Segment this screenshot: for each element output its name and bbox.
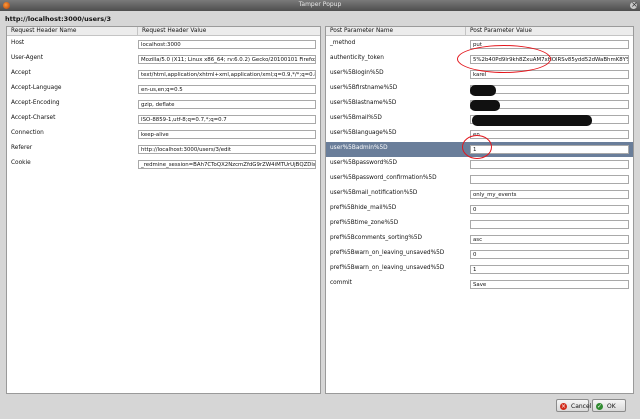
header-value-field[interactable]: en-us,en;q=0.5 bbox=[138, 85, 316, 94]
header-row[interactable]: User-Agent Mozilla/5.0 (X11; Linux x86_64… bbox=[7, 52, 320, 67]
header-row[interactable]: Accept-Charset ISO-8859-1,utf-8;q=0.7,*;q… bbox=[7, 112, 320, 127]
param-value-field[interactable]: asc bbox=[470, 235, 629, 244]
header-row[interactable]: Referer http://localhost:3000/users/3/edi… bbox=[7, 142, 320, 157]
param-name: user%5Bmail_notification%5D bbox=[330, 190, 418, 196]
header-value-field[interactable]: text/html,application/xhtml+xml,applicat… bbox=[138, 70, 316, 79]
header-name: Cookie bbox=[11, 160, 31, 166]
param-name: authenticity_token bbox=[330, 55, 384, 61]
param-name: user%5Blanguage%5D bbox=[330, 130, 397, 136]
close-icon[interactable] bbox=[630, 0, 638, 9]
header-value-field[interactable]: Mozilla/5.0 (X11; Linux x86_64; rv:6.0.2… bbox=[138, 55, 316, 64]
param-name: pref%5Btime_zone%5D bbox=[330, 220, 399, 226]
cancel-label: Cancel bbox=[571, 403, 592, 410]
param-row[interactable]: pref%5Btime_zone%5D bbox=[326, 217, 633, 232]
header-name: Host bbox=[11, 40, 25, 46]
param-value-field[interactable]: 0 bbox=[470, 205, 629, 214]
param-name: pref%5Bwarn_on_leaving_unsaved%5D bbox=[330, 250, 445, 256]
ok-button[interactable]: ✓ OK bbox=[592, 399, 626, 412]
param-row[interactable]: user%5Bpassword%5D bbox=[326, 157, 633, 172]
param-name: user%5Blastname%5D bbox=[330, 100, 397, 106]
param-value-field[interactable] bbox=[470, 175, 629, 184]
redaction-mark bbox=[470, 100, 500, 111]
header-name: Accept-Charset bbox=[11, 115, 56, 121]
redaction-mark bbox=[472, 115, 592, 126]
header-row[interactable]: Accept-Encoding gzip, deflate bbox=[7, 97, 320, 112]
param-name: _method bbox=[330, 40, 356, 46]
column-header-value[interactable]: Post Parameter Value bbox=[466, 27, 633, 36]
param-row[interactable]: pref%5Bhide_mail%5D 0 bbox=[326, 202, 633, 217]
cancel-button[interactable]: × Cancel bbox=[556, 399, 592, 412]
header-value-field[interactable]: http://localhost:3000/users/3/edit bbox=[138, 145, 316, 154]
param-name: user%5Bfirstname%5D bbox=[330, 85, 398, 91]
header-name: Connection bbox=[11, 130, 44, 136]
header-value-field[interactable]: localhost:3000 bbox=[138, 40, 316, 49]
param-value-field[interactable]: 1 bbox=[470, 145, 629, 154]
header-name: Accept-Encoding bbox=[11, 100, 60, 106]
request-url: http://localhost:3000/users/3 bbox=[5, 15, 112, 23]
param-name: user%5Bpassword_confirmation%5D bbox=[330, 175, 437, 181]
param-row[interactable]: commit Save bbox=[326, 277, 633, 292]
header-row[interactable]: Connection keep-alive bbox=[7, 127, 320, 142]
param-value-field[interactable]: only_my_events bbox=[470, 190, 629, 199]
param-row[interactable]: user%5Bmail_notification%5D only_my_event… bbox=[326, 187, 633, 202]
header-row[interactable]: Accept text/html,application/xhtml+xml,ap… bbox=[7, 67, 320, 82]
column-header-name[interactable]: Post Parameter Name bbox=[326, 27, 466, 36]
ok-label: OK bbox=[607, 403, 616, 410]
header-value-field[interactable]: gzip, deflate bbox=[138, 100, 316, 109]
param-row[interactable]: user%5Bpassword_confirmation%5D bbox=[326, 172, 633, 187]
header-value-field[interactable]: ISO-8859-1,utf-8;q=0.7,*;q=0.7 bbox=[138, 115, 316, 124]
param-name: user%5Badmin%5D bbox=[330, 145, 388, 151]
param-row[interactable]: pref%5Bcomments_sorting%5D asc bbox=[326, 232, 633, 247]
window-titlebar[interactable]: Tamper Popup bbox=[0, 0, 640, 11]
header-name: Referer bbox=[11, 145, 33, 151]
param-name: pref%5Bcomments_sorting%5D bbox=[330, 235, 423, 241]
header-row[interactable]: Cookie _redmine_session=BAh7CToQX2NzcmZfd… bbox=[7, 157, 320, 172]
request-headers-table: Request Header Name Request Header Value… bbox=[6, 26, 321, 394]
param-row[interactable]: pref%5Bwarn_on_leaving_unsaved%5D 1 bbox=[326, 262, 633, 277]
param-name: pref%5Bwarn_on_leaving_unsaved%5D bbox=[330, 265, 445, 271]
post-parameters-table: Post Parameter Name Post Parameter Value… bbox=[325, 26, 634, 394]
param-name: user%5Blogin%5D bbox=[330, 70, 384, 76]
param-value-field[interactable]: en bbox=[470, 130, 629, 139]
annotation-circle-token bbox=[457, 45, 551, 73]
header-name: Accept bbox=[11, 70, 31, 76]
header-row[interactable]: Host localhost:3000 bbox=[7, 37, 320, 52]
cancel-icon: × bbox=[560, 403, 567, 410]
param-name: user%5Bmail%5D bbox=[330, 115, 382, 121]
column-header-name[interactable]: Request Header Name bbox=[7, 27, 138, 36]
window-title: Tamper Popup bbox=[298, 1, 342, 8]
param-name: pref%5Bhide_mail%5D bbox=[330, 205, 397, 211]
check-icon: ✓ bbox=[596, 403, 603, 410]
param-name: user%5Bpassword%5D bbox=[330, 160, 397, 166]
param-row[interactable]: pref%5Bwarn_on_leaving_unsaved%5D 0 bbox=[326, 247, 633, 262]
param-value-field[interactable] bbox=[470, 220, 629, 229]
param-value-field[interactable]: 1 bbox=[470, 265, 629, 274]
param-value-field[interactable]: Save bbox=[470, 280, 629, 289]
column-header-value[interactable]: Request Header Value bbox=[138, 27, 320, 36]
header-name: Accept-Language bbox=[11, 85, 62, 91]
annotation-circle-admin bbox=[462, 135, 492, 159]
param-name: commit bbox=[330, 280, 352, 286]
header-value-field[interactable]: keep-alive bbox=[138, 130, 316, 139]
param-value-field[interactable] bbox=[470, 160, 629, 169]
param-value-field[interactable]: 0 bbox=[470, 250, 629, 259]
header-name: User-Agent bbox=[11, 55, 43, 61]
header-value-field[interactable]: _redmine_session=BAh7CToQX2NzcmZfdG9rZW4… bbox=[138, 160, 316, 169]
redaction-mark bbox=[470, 85, 496, 96]
header-row[interactable]: Accept-Language en-us,en;q=0.5 bbox=[7, 82, 320, 97]
